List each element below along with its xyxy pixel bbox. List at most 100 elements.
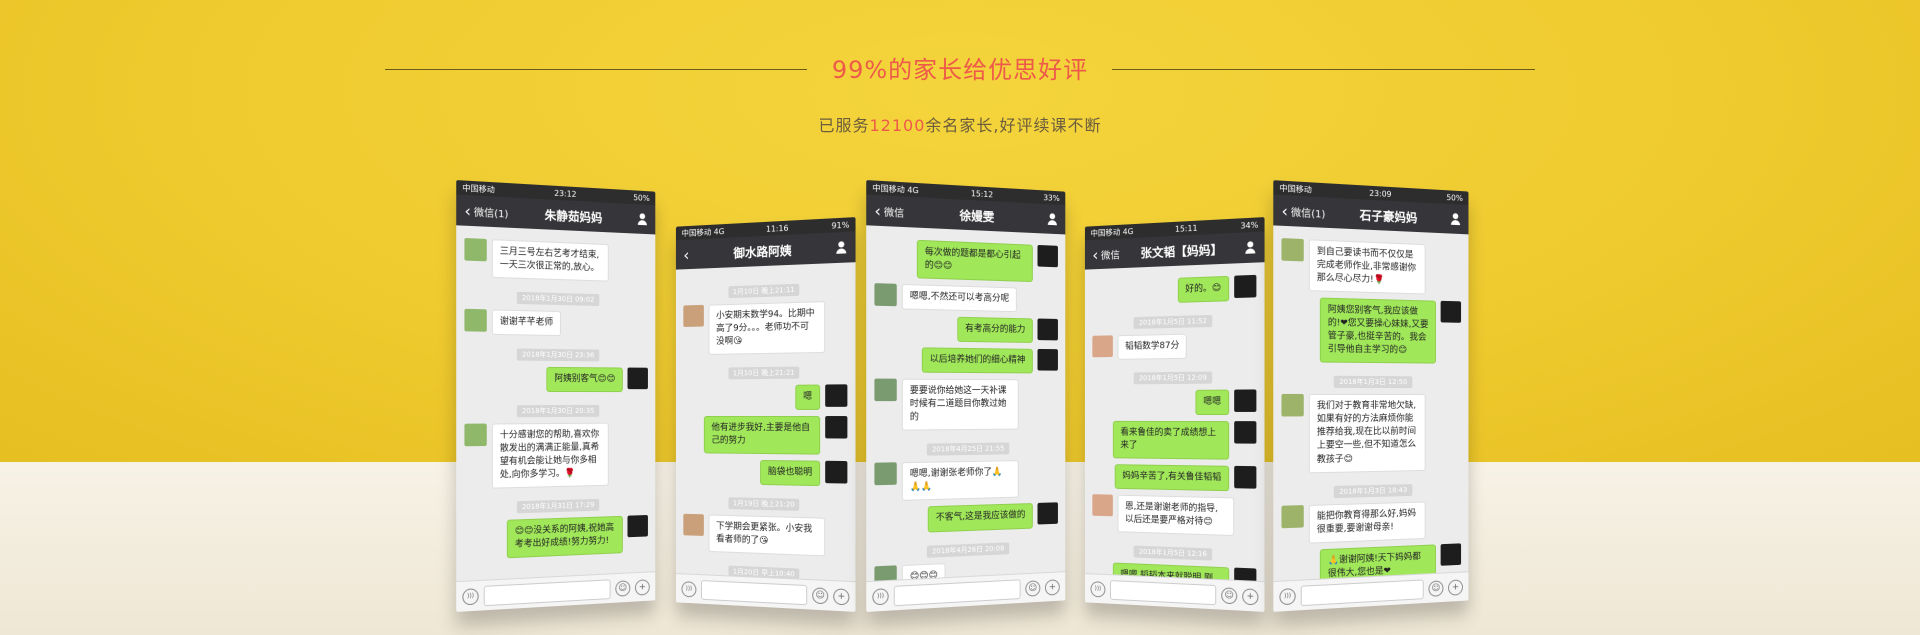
avatar[interactable] [1037, 502, 1058, 525]
avatar[interactable] [825, 416, 848, 439]
plus-icon[interactable]: + [1044, 578, 1060, 596]
message-bubble: 看来鲁佳的卖了成绩想上来了 [1112, 421, 1230, 460]
emoji-icon[interactable]: ☺ [812, 586, 829, 604]
message-bubble: 要要说你给她这一天补课时候有二道题目你教过她的 [901, 378, 1019, 432]
avatar[interactable] [874, 462, 897, 486]
message-input[interactable] [1110, 579, 1217, 605]
avatar[interactable] [464, 423, 487, 447]
message-input[interactable] [1300, 578, 1424, 606]
avatar[interactable] [825, 461, 848, 484]
message-bubble: 到自己要读书而不仅仅是完成老师作业,非常感谢你那么尽心尽力!🌹 [1308, 239, 1426, 295]
chevron-left-icon: ‹ [874, 200, 881, 221]
avatar[interactable] [464, 308, 487, 332]
headline: 99%的家长给优思好评 [831, 56, 1089, 84]
plus-icon[interactable]: + [1448, 578, 1463, 596]
timestamp-text: 1月10日 晚上21:11 [728, 283, 800, 299]
avatar[interactable] [1092, 335, 1113, 358]
contact-info-icon[interactable] [1047, 213, 1058, 225]
timestamp: 2018年4月25日 21:55 [874, 435, 1058, 457]
message-bubble: 下学期会更紧张。小安我看者师的了😘 [708, 514, 826, 557]
contact-info-icon[interactable] [1450, 213, 1461, 225]
message-bubble: 韬韬数学87分 [1117, 333, 1188, 360]
voice-icon[interactable]: ))) [681, 580, 697, 598]
emoji-icon[interactable]: ☺ [1025, 579, 1041, 597]
message-row: 嗯嗯,谢谢张老师你了🙏🙏🙏 [874, 460, 1058, 502]
avatar[interactable] [1234, 421, 1257, 444]
message-bubble: 恩,还是谢谢老师的指导,以后还是要严格对待😊 [1117, 495, 1235, 537]
avatar[interactable] [825, 384, 848, 408]
chat-thread: 到自己要读书而不仅仅是完成老师作业,非常感谢你那么尽心尽力!🌹 阿姨您别客气,我应… [1273, 225, 1468, 602]
avatar[interactable] [627, 367, 648, 390]
chevron-left-icon: ‹ [683, 245, 690, 264]
message-bubble: 阿姨您别客气,我应该做的!❤您又要操心妹妹,又要管子豪,也挺辛苦的。我会引导他自… [1319, 297, 1436, 364]
timestamp-text: 1月19日 晚上21:20 [728, 497, 800, 512]
back-button[interactable]: ‹ 微信 [874, 201, 904, 222]
contact-info-icon[interactable] [637, 213, 648, 225]
timestamp-text: 2018年1月31日 17:29 [516, 499, 600, 514]
avatar[interactable] [464, 237, 487, 262]
message-row: 十分感谢您的帮助,喜欢你散发出的满满正能量,真希望有机会能让她与你多相处,向你多… [464, 422, 648, 490]
message-bubble: 😊😊没关系的阿姨,祝她高考考出好成绩!努力努力! [506, 516, 623, 559]
avatar[interactable] [683, 304, 704, 327]
avatar[interactable] [874, 283, 897, 307]
avatar[interactable] [1092, 494, 1113, 517]
chat-thread: 好的。😊 2018年1月5日 11:52 韬韬数学87分 2018年1月5日 12:0… [1085, 262, 1265, 612]
message-input[interactable] [701, 579, 808, 605]
subline: 已服务12100余名家长,好评续课不断 [0, 112, 1920, 136]
avatar[interactable] [1234, 466, 1257, 489]
message-row: 不客气,这是我应该做的 [874, 502, 1058, 534]
contact-info-icon[interactable] [1244, 241, 1256, 254]
emoji-icon[interactable]: ☺ [1221, 586, 1238, 604]
back-button[interactable]: ‹ 微信 [1092, 244, 1119, 264]
voice-icon[interactable]: ))) [1090, 580, 1106, 598]
message-bubble: 嗯嗯,谢谢张老师你了🙏🙏🙏 [901, 460, 1019, 502]
avatar[interactable] [1234, 389, 1257, 413]
plus-icon[interactable]: + [1242, 587, 1259, 605]
message-input[interactable] [893, 578, 1021, 606]
plus-icon[interactable]: + [833, 587, 850, 605]
carrier-label: 中国移动 [462, 182, 495, 194]
battery-label: 91% [831, 219, 850, 231]
plus-icon[interactable]: + [634, 578, 650, 596]
chat-title: 张文韬【妈妈】 [1140, 242, 1223, 260]
voice-icon[interactable]: ))) [872, 587, 889, 605]
chat-screenshot-phone: 中国移动 4G 15:11 34% ‹ 微信 张文韬【妈妈】 好的。😊 2018年1月5日 1… [1084, 217, 1265, 612]
emoji-icon[interactable]: ☺ [615, 579, 631, 597]
back-button[interactable]: ‹ 微信(1) [1281, 201, 1325, 223]
message-row: 😊😊没关系的阿姨,祝她高考考出好成绩!努力努力! [464, 515, 648, 560]
timestamp: 2018年4月26日 20:08 [874, 533, 1058, 560]
message-row: 阿姨您别客气,我应该做的!❤您又要操心妹妹,又要管子豪,也挺辛苦的。我会引导他自… [1281, 297, 1462, 364]
chat-title: 朱静茹妈妈 [544, 207, 603, 225]
clock-label: 23:12 [554, 188, 577, 199]
avatar[interactable] [1440, 543, 1462, 566]
timestamp-text: 2018年1月5日 12:16 [1134, 545, 1212, 561]
avatar[interactable] [1281, 394, 1304, 417]
avatar[interactable] [1281, 238, 1304, 262]
avatar[interactable] [1037, 318, 1058, 341]
avatar[interactable] [1281, 504, 1304, 528]
message-row: 能把你教育得那么好,妈妈很重要,要谢谢母亲! [1281, 500, 1461, 544]
avatar[interactable] [1037, 349, 1058, 371]
chat-thread: 每次做的题都是都心引起的😊😊 嗯嗯,不然还可以考高分呢 有考高分的能力 以后培养她们的… [866, 225, 1065, 612]
voice-icon[interactable]: ))) [462, 587, 479, 605]
message-row: 恩,还是谢谢老师的指导,以后还是要严格对待😊 [1092, 494, 1256, 537]
message-bubble: 每次做的题都是都心引起的😊😊 [916, 239, 1033, 283]
avatar[interactable] [627, 515, 648, 538]
avatar[interactable] [683, 514, 704, 537]
timestamp-text: 2018年4月25日 21:55 [926, 442, 1010, 457]
timestamp: 2018年1月5日 11:52 [1092, 307, 1256, 330]
message-bubble: 我们对于教育非常地欠缺,如果有好的方法麻烦你能推荐给我,现在比以前时间上要空一些… [1308, 394, 1426, 473]
back-button[interactable]: ‹ 微信(1) [464, 201, 508, 223]
avatar[interactable] [874, 378, 897, 402]
avatar[interactable] [1234, 274, 1257, 299]
message-row: 他有进步我好,主要是他自己的努力 [683, 416, 848, 455]
voice-icon[interactable]: ))) [1279, 587, 1296, 605]
timestamp-text: 2018年4月26日 20:08 [926, 541, 1010, 558]
avatar[interactable] [1037, 244, 1058, 268]
message-input[interactable] [483, 578, 611, 606]
back-button[interactable]: ‹ [683, 245, 692, 264]
message-row: 要要说你给她这一天补课时候有二道题目你教过她的 [874, 378, 1058, 432]
contact-info-icon[interactable] [835, 241, 847, 254]
avatar[interactable] [1440, 300, 1462, 323]
emoji-icon[interactable]: ☺ [1428, 579, 1444, 597]
